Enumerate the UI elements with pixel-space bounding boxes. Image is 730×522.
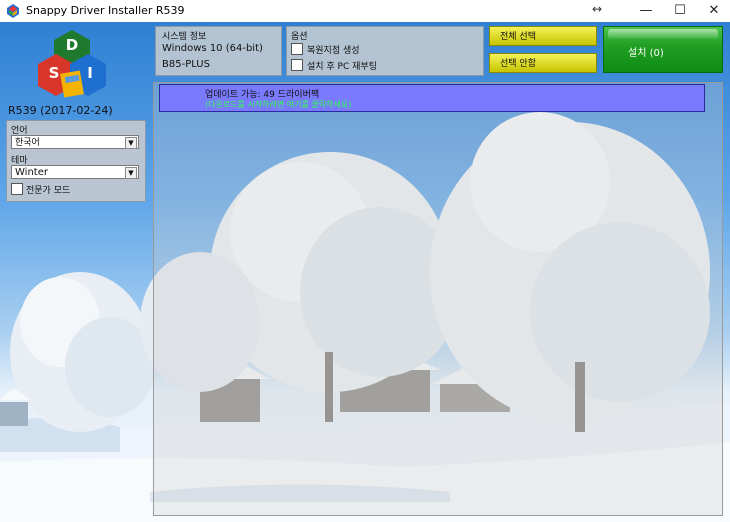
restore-point-checkbox[interactable]: [291, 43, 303, 55]
logo-letter-i: I: [87, 64, 93, 82]
dropdown-arrow-icon: ▼: [125, 137, 137, 149]
os-info: Windows 10 (64-bit): [162, 43, 263, 54]
select-all-button[interactable]: 전체 선택: [489, 26, 597, 46]
settings-panel: 언어 한국어 ▼ 테마 Winter ▼ 전문가 모드: [6, 120, 146, 202]
language-select[interactable]: 한국어 ▼: [11, 135, 139, 149]
title-bar: Snappy Driver Installer R539 ↔ — ☐ ✕: [0, 0, 730, 23]
driver-list-panel: [153, 82, 723, 516]
select-none-button[interactable]: 선택 안함: [489, 53, 597, 73]
version-label: R539 (2017-02-24): [8, 104, 113, 117]
maximize-button[interactable]: ☐: [664, 0, 696, 22]
logo-letter-s: S: [49, 64, 60, 82]
sdi-logo: D S I: [38, 30, 106, 98]
download-hint-text: (다운로드를 시작하려면 여기를 클릭하세요): [205, 100, 352, 109]
expert-mode-checkbox[interactable]: [11, 183, 23, 195]
options-panel: 옵션 복원지점 생성 설치 후 PC 재부팅: [286, 26, 484, 76]
window-title: Snappy Driver Installer R539: [26, 4, 185, 17]
restore-point-label: 복원지점 생성: [307, 46, 360, 56]
expert-mode-label: 전문가 모드: [26, 186, 71, 196]
board-info: B85-PLUS: [162, 59, 210, 70]
resize-icon[interactable]: ↔: [592, 2, 602, 16]
close-button[interactable]: ✕: [698, 0, 730, 22]
minimize-button[interactable]: —: [630, 0, 662, 22]
dropdown-arrow-icon: ▼: [125, 167, 137, 179]
app-icon: [7, 4, 19, 18]
language-value: 한국어: [15, 138, 40, 148]
install-button-label: 설치 (0): [628, 48, 664, 59]
reboot-label: 설치 후 PC 재부팅: [307, 62, 377, 72]
theme-value: Winter: [15, 167, 48, 178]
install-button[interactable]: 설치 (0): [603, 26, 723, 73]
theme-select[interactable]: Winter ▼: [11, 165, 139, 179]
system-info-panel: 시스템 정보 Windows 10 (64-bit) B85-PLUS: [155, 26, 282, 76]
reboot-checkbox[interactable]: [291, 59, 303, 71]
logo-letter-d: D: [66, 36, 78, 54]
options-header: 옵션: [291, 32, 308, 42]
system-info-header: 시스템 정보: [162, 32, 207, 42]
install-button-shine: [608, 29, 718, 39]
updates-available-bar[interactable]: 업데이트 가능: 49 드라이버팩 (다운로드를 시작하려면 여기를 클릭하세요…: [159, 84, 705, 112]
